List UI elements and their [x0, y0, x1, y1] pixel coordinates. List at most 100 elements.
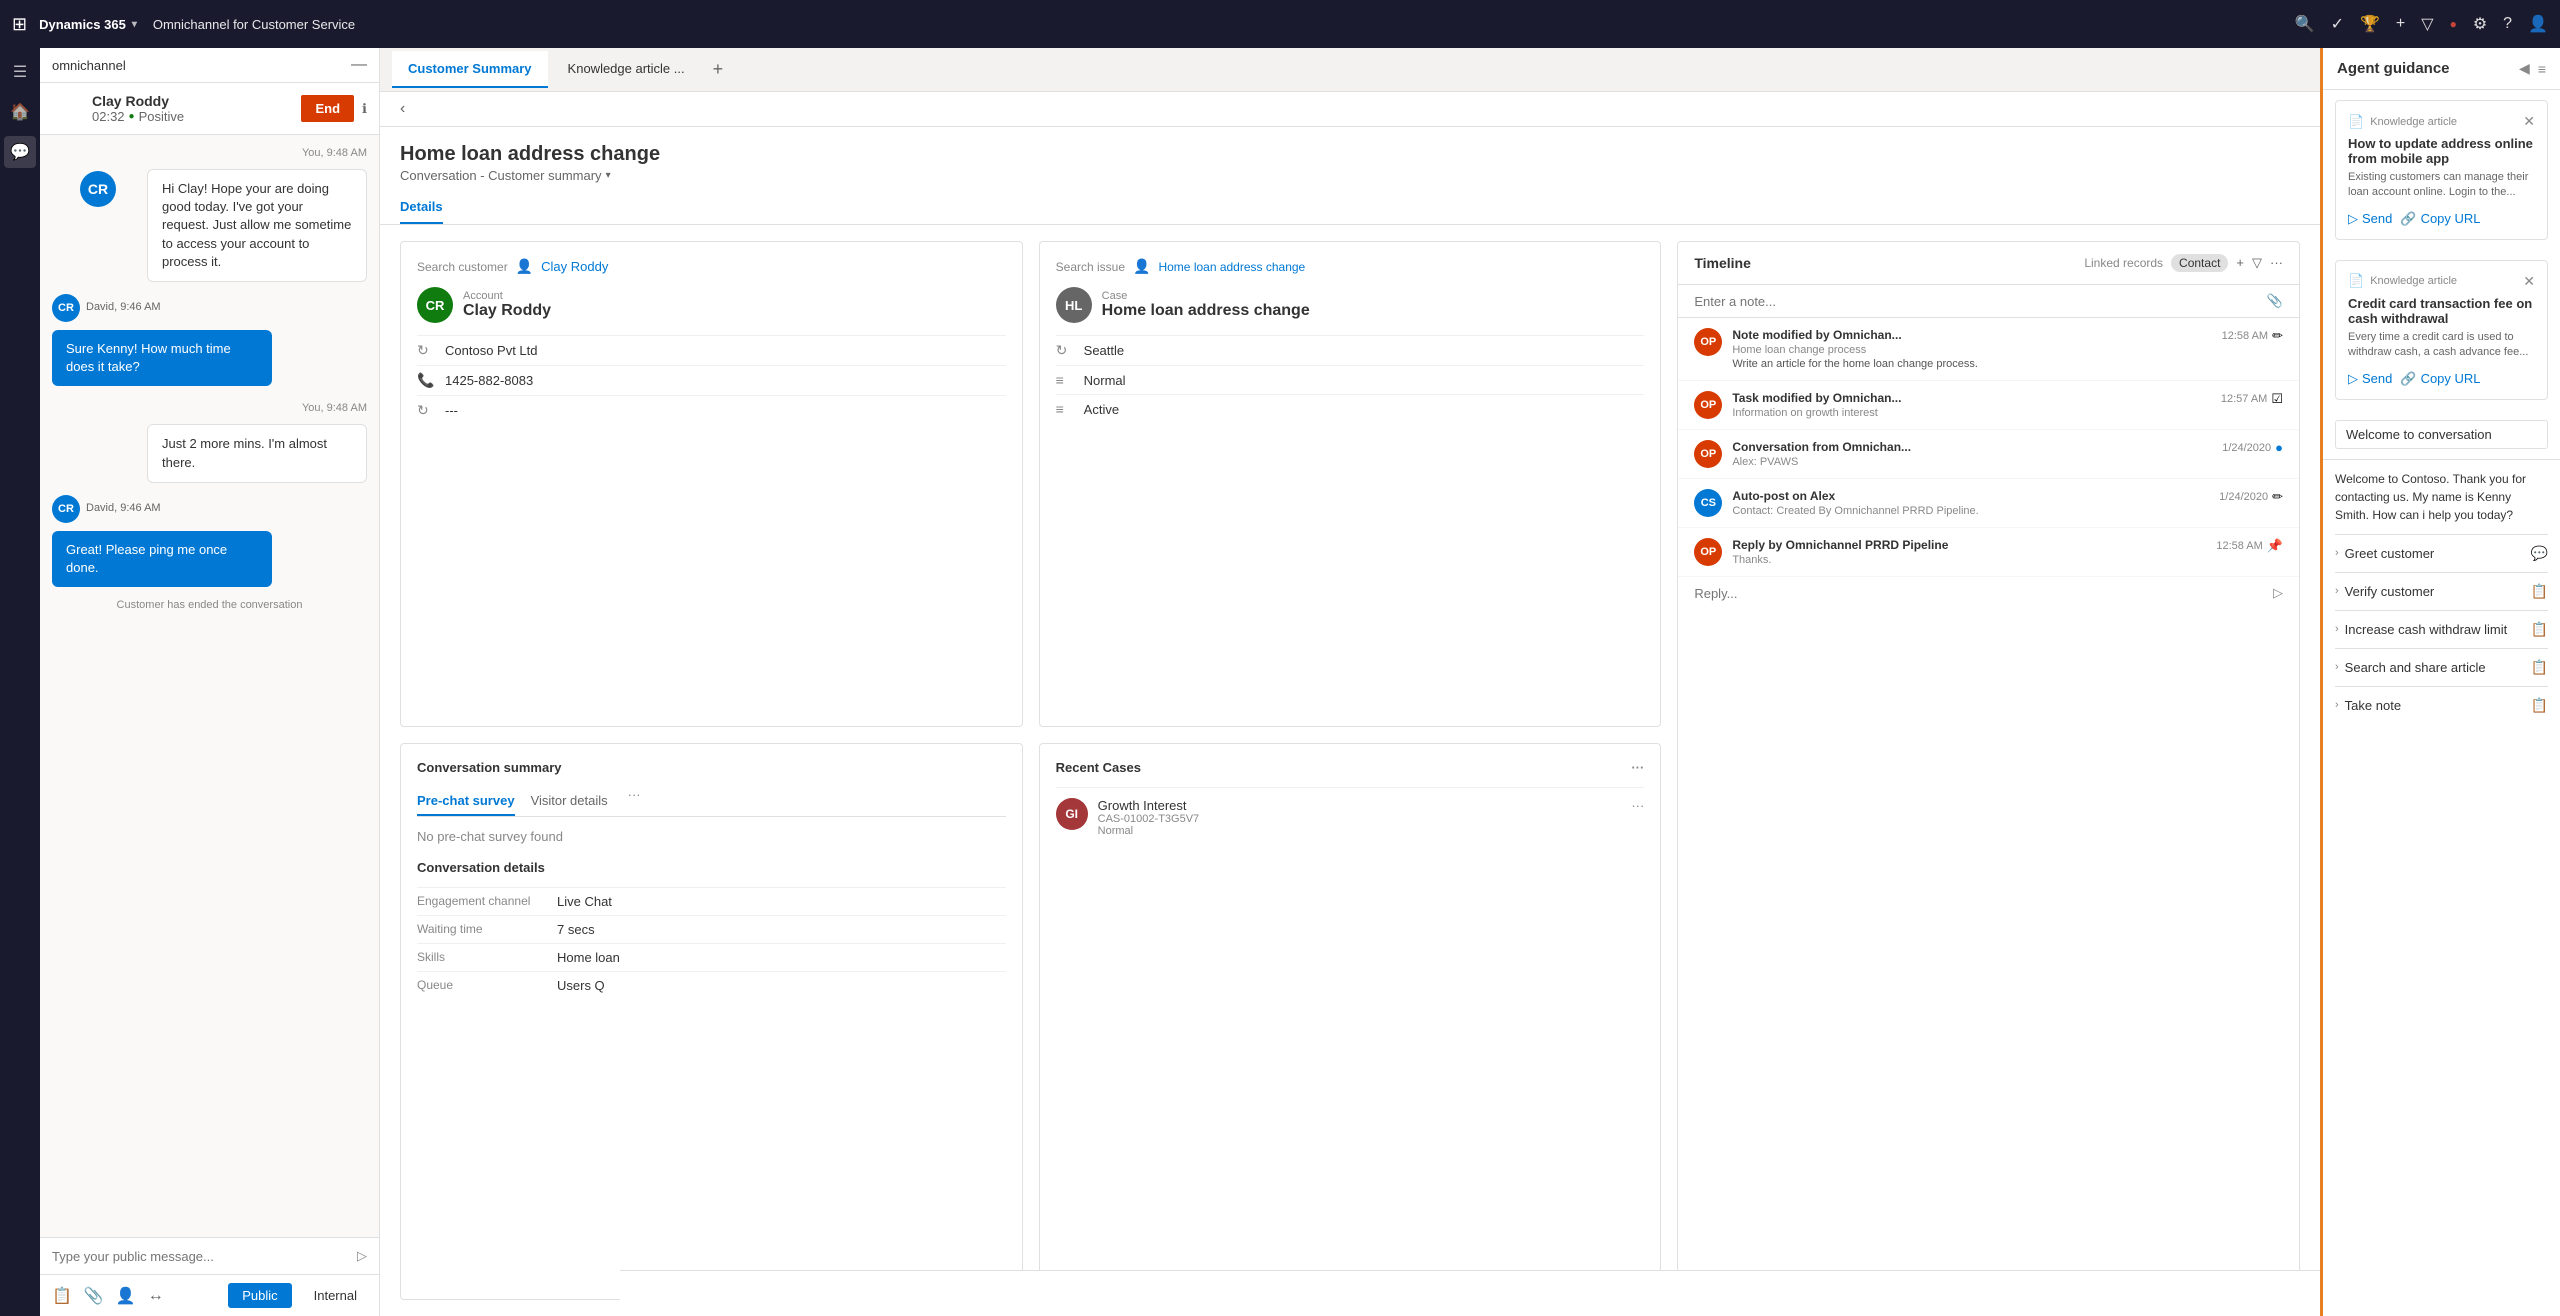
- agent-guidance-dropdown[interactable]: Welcome to conversation: [2335, 420, 2548, 449]
- sidebar-chat-icon[interactable]: 💬: [4, 136, 36, 168]
- customer-link[interactable]: Clay Roddy: [541, 259, 608, 274]
- detail-tab-details[interactable]: Details: [400, 191, 443, 224]
- conversation-summary-card: Conversation summary Pre-chat survey Vis…: [400, 743, 1023, 1301]
- knowledge-card-2-actions: ▷ Send 🔗 Copy URL: [2348, 371, 2535, 387]
- attach-icon[interactable]: 📎: [84, 1286, 104, 1306]
- ag-step-increase-cash[interactable]: › Increase cash withdraw limit 📋: [2335, 610, 2548, 648]
- timeline-check-icon-2[interactable]: ☑: [2271, 391, 2283, 407]
- customer-time: 02:32: [92, 109, 125, 124]
- filter-icon[interactable]: ▽: [2421, 14, 2433, 34]
- conv-detail-wait: Waiting time 7 secs: [417, 915, 1006, 943]
- settings-icon[interactable]: ⚙: [2473, 14, 2487, 34]
- ag-step-icon-3: 📋: [2531, 621, 2548, 638]
- tab-customer-summary[interactable]: Customer Summary: [392, 51, 548, 88]
- app-grid-icon[interactable]: ⊞: [12, 14, 27, 35]
- sidebar-menu-icon[interactable]: ☰: [4, 56, 36, 88]
- participant-icon[interactable]: 👤: [116, 1286, 136, 1306]
- knowledge-card-2-close-icon[interactable]: ✕: [2523, 273, 2535, 290]
- trophy-icon[interactable]: 🏆: [2360, 14, 2380, 34]
- agent-guidance-list-icon[interactable]: ≡: [2538, 61, 2546, 77]
- tab-knowledge-article[interactable]: Knowledge article ...: [552, 51, 701, 88]
- knowledge-card-1-copyurl-button[interactable]: 🔗 Copy URL: [2400, 211, 2480, 227]
- end-conversation-button[interactable]: End: [301, 95, 354, 122]
- timeline-item-2: OP Task modified by Omnichan... Informat…: [1678, 381, 2299, 430]
- conv-tab-visitor[interactable]: Visitor details: [531, 787, 608, 816]
- timeline-meta-2: 12:57 AM ☑: [2221, 391, 2283, 407]
- knowledge-card-1-send-button[interactable]: ▷ Send: [2348, 211, 2392, 227]
- timeline-edit-icon-4[interactable]: ✏: [2272, 489, 2283, 505]
- timeline-time-5: 12:58 AM: [2216, 540, 2262, 552]
- transfer-icon[interactable]: ↔: [148, 1287, 164, 1305]
- add-icon[interactable]: +: [2396, 15, 2405, 33]
- knowledge-card-1-actions: ▷ Send 🔗 Copy URL: [2348, 211, 2535, 227]
- recent-cases-more-icon[interactable]: ···: [1631, 760, 1644, 775]
- check-icon[interactable]: ✓: [2331, 14, 2344, 34]
- case-item-id-1: CAS-01002-T3G5V7: [1098, 813, 1622, 825]
- knowledge-card-1-close-icon[interactable]: ✕: [2523, 113, 2535, 130]
- conv-details-title: Conversation details: [417, 860, 1006, 875]
- send-message-icon[interactable]: ▷: [357, 1248, 367, 1264]
- note-attach-icon[interactable]: 📎: [2267, 293, 2283, 309]
- ag-step-take-note[interactable]: › Take note 📋: [2335, 686, 2548, 724]
- timeline-filter-icon[interactable]: ▽: [2252, 255, 2262, 271]
- conv-tab-prechat[interactable]: Pre-chat survey: [417, 787, 515, 816]
- chat-info-icon[interactable]: ℹ: [362, 101, 367, 117]
- issue-link[interactable]: Home loan address change: [1158, 260, 1305, 274]
- quick-reply-icon[interactable]: 📋: [52, 1286, 72, 1306]
- brand-chevron-icon[interactable]: ▾: [132, 19, 137, 30]
- company-row: ↻ Contoso Pvt Ltd: [417, 335, 1006, 365]
- reply-row: ▷: [1678, 577, 2299, 609]
- back-icon[interactable]: ‹: [400, 100, 405, 118]
- case-subtitle-chevron-icon[interactable]: ▾: [606, 170, 611, 181]
- timeline-meta-4: 1/24/2020 ✏: [2219, 489, 2283, 505]
- timeline-avatar-2: OP: [1694, 391, 1722, 419]
- note-input[interactable]: [1694, 294, 2258, 309]
- timeline-more-icon[interactable]: ···: [2270, 255, 2283, 271]
- case-header: Home loan address change Conversation - …: [380, 127, 2320, 191]
- knowledge-card-2-copyurl-button[interactable]: 🔗 Copy URL: [2400, 371, 2480, 387]
- search-icon[interactable]: 🔍: [2295, 14, 2315, 34]
- recent-cases-card: Recent Cases ··· GI Growth Interest CAS-…: [1039, 743, 1662, 1301]
- public-mode-button[interactable]: Public: [228, 1283, 291, 1308]
- msg-timestamp-2: You, 9:48 AM: [52, 402, 367, 414]
- ag-step-greet[interactable]: › Greet customer 💬: [2335, 534, 2548, 572]
- timeline-avatar-3: OP: [1694, 440, 1722, 468]
- tab-add-icon[interactable]: +: [705, 51, 732, 88]
- timeline-dot-icon-3: ●: [2275, 440, 2283, 455]
- case-label: Case: [1102, 290, 1310, 302]
- timeline-pin-icon-5[interactable]: 📌: [2267, 538, 2283, 554]
- timeline-item-title-2: Task modified by Omnichan...: [1732, 391, 2211, 405]
- reply-input[interactable]: [1694, 586, 2265, 601]
- case-subtitle: Conversation - Customer summary ▾: [400, 168, 2300, 183]
- sidebar-home-icon[interactable]: 🏠: [4, 96, 36, 128]
- timeline-item-subtitle-4: Contact: Created By Omnichannel PRRD Pip…: [1732, 505, 2209, 517]
- account-row: CR Account Clay Roddy: [417, 287, 1006, 323]
- internal-mode-button[interactable]: Internal: [304, 1283, 367, 1308]
- user-icon[interactable]: 👤: [2528, 14, 2548, 34]
- account-avatar: CR: [417, 287, 453, 323]
- linked-tag[interactable]: Contact: [2171, 254, 2228, 272]
- customer-search-row: Search customer 👤 Clay Roddy: [417, 258, 1006, 275]
- timeline-edit-icon-1[interactable]: ✏: [2272, 328, 2283, 344]
- back-navigation: ‹: [380, 92, 2320, 127]
- case-item-more-icon-1[interactable]: ···: [1631, 798, 1644, 813]
- msg-sender-2: David, 9:46 AM: [86, 502, 161, 514]
- chat-minimize-icon[interactable]: —: [351, 56, 367, 74]
- top-nav-actions: 🔍 ✓ 🏆 + ▽ ● ⚙ ? 👤: [2295, 14, 2548, 34]
- knowledge-card-2-send-button[interactable]: ▷ Send: [2348, 371, 2392, 387]
- timeline-add-icon[interactable]: +: [2236, 255, 2244, 271]
- reply-send-icon[interactable]: ▷: [2273, 585, 2283, 601]
- ag-step-verify[interactable]: › Verify customer 📋: [2335, 572, 2548, 610]
- conv-tab-more-icon[interactable]: ···: [628, 787, 641, 816]
- timeline-item-subtitle-1: Home loan change process: [1732, 344, 2211, 356]
- agent-guidance-collapse-icon[interactable]: ◀: [2519, 60, 2530, 77]
- location-row: ↻ Seattle: [1056, 335, 1645, 365]
- timeline-item-subtitle-2: Information on growth interest: [1732, 407, 2211, 419]
- knowledge-card-2-body: Every time a credit card is used to with…: [2348, 330, 2535, 361]
- ag-step-chevron-5: ›: [2335, 699, 2339, 711]
- agent-guidance-steps: › Greet customer 💬 › Verify customer 📋 ›…: [2323, 534, 2560, 724]
- chat-input[interactable]: [52, 1249, 357, 1264]
- ag-step-search-article[interactable]: › Search and share article 📋: [2335, 648, 2548, 686]
- notification-icon[interactable]: ●: [2450, 17, 2457, 31]
- help-icon[interactable]: ?: [2503, 15, 2512, 33]
